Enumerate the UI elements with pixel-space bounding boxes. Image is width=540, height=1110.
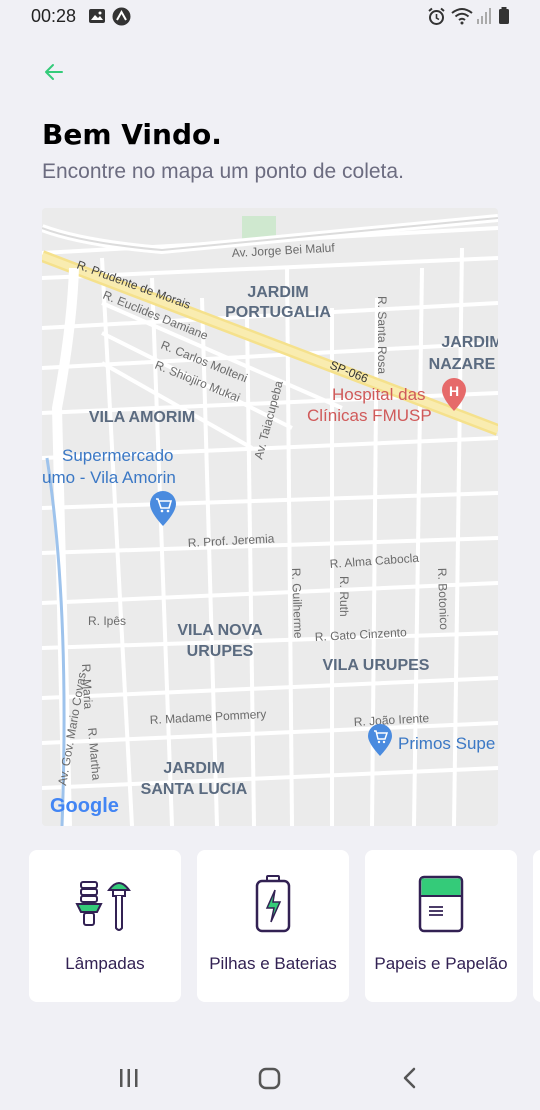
map-neighborhood-label: JARDIM <box>441 334 498 351</box>
status-bar: 00:28 <box>0 0 540 34</box>
page-subtitle: Encontre no mapa um ponto de coleta. <box>42 160 404 183</box>
map-neighborhood-label: VILA NOVA <box>177 622 263 639</box>
status-time: 00:28 <box>31 6 77 26</box>
gallery-icon <box>89 9 105 23</box>
item-card-papeis[interactable]: Papeis e Papelão <box>365 850 517 1002</box>
wifi-icon <box>451 8 473 25</box>
map-street-label: R. Ipês <box>88 614 126 628</box>
map-neighborhood-label: JARDIM <box>247 284 308 301</box>
recent-apps-icon[interactable] <box>118 1068 140 1088</box>
app-badge-icon <box>112 7 131 26</box>
svg-text:H: H <box>449 383 459 399</box>
home-icon[interactable] <box>258 1067 281 1090</box>
map-place-label: umo - Vila Amorin <box>42 468 176 487</box>
item-label: Pilhas e Baterias <box>209 954 337 973</box>
map-place-label: Clínicas FMUSP <box>307 406 432 425</box>
item-card-pilhas[interactable]: Pilhas e Baterias <box>197 850 349 1002</box>
map-street-label: R. Botonico <box>435 568 451 631</box>
map-neighborhood-label: NAZARE <box>429 356 496 373</box>
alarm-icon <box>428 7 445 25</box>
arrow-left-icon <box>45 64 63 80</box>
map-place-label: Primos Supe <box>398 734 495 753</box>
map-street-label: R. Guilherme <box>289 568 305 639</box>
items-list[interactable]: Lâmpadas Pilhas e Baterias Papeis e Pape… <box>29 850 540 1002</box>
battery-icon <box>255 875 291 933</box>
map-neighborhood-label: JARDIM <box>163 760 224 777</box>
map-street-label: R. Santa Rosa <box>375 296 389 374</box>
signal-icon <box>477 8 491 24</box>
map-view[interactable]: JARDIM PORTUGALIA JARDIM NAZARE VILA AMO… <box>42 208 498 826</box>
item-card-next[interactable] <box>533 850 540 1002</box>
map-place-label: Hospital das <box>332 385 426 404</box>
back-nav-icon[interactable] <box>401 1067 419 1089</box>
item-label: Lâmpadas <box>65 954 145 973</box>
item-card-lampadas[interactable]: Lâmpadas <box>29 850 181 1002</box>
map-neighborhood-label: SANTA LUCIA <box>141 781 248 798</box>
paper-icon <box>418 875 464 933</box>
battery-status-icon <box>499 7 509 24</box>
item-label: Papeis e Papelão <box>374 954 508 973</box>
google-logo: Google <box>50 795 119 817</box>
system-nav-bar <box>0 1048 540 1110</box>
map-neighborhood-label: VILA URUPES <box>323 657 430 674</box>
map-neighborhood-label: PORTUGALIA <box>225 304 331 321</box>
map-neighborhood-label: VILA AMORIM <box>89 409 195 426</box>
lamp-icon <box>75 881 131 931</box>
map-street-label: R. Ruth <box>337 576 351 617</box>
back-button[interactable] <box>42 60 68 84</box>
map-neighborhood-label: URUPES <box>187 643 254 660</box>
page-title: Bem Vindo. <box>42 118 222 151</box>
map-place-label: Supermercado <box>62 446 174 465</box>
